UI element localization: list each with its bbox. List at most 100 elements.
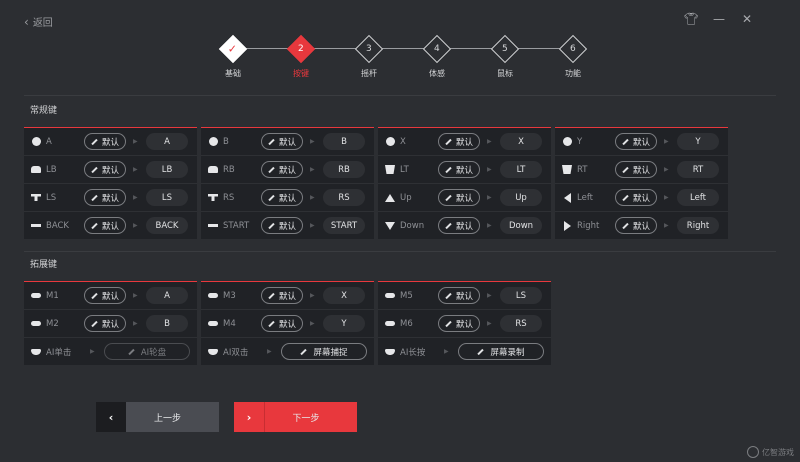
step-6[interactable]: 6 功能 [558,34,588,79]
mapped-key-value[interactable]: RS [500,315,542,332]
default-button[interactable]: 默认 [438,133,480,150]
default-button[interactable]: 默认 [261,189,303,206]
key-row: A 默认 ▶ A [24,128,197,156]
key-row: AI双击 ▶ 屏幕捕捉 [201,338,374,365]
mapped-key-value[interactable]: Left [677,189,719,206]
default-button[interactable]: 默认 [615,217,657,234]
key-panel: A 默认 ▶ A LB 默认 ▶ LB LS 默认 ▶ LS BACK 默认 ▶ BACK [24,127,197,239]
step-5[interactable]: 5 鼠标 [490,34,520,79]
next-step-button[interactable]: › 下一步 [234,402,357,432]
dpad-down-icon-shape [385,221,395,230]
macro-icon [208,320,218,328]
ai-icon [31,348,41,356]
prev-step-label: 上一步 [153,413,181,424]
mapped-key-value[interactable]: START [323,217,365,234]
pencil-icon [445,292,452,299]
mapped-key-value[interactable]: A [146,133,188,150]
default-button[interactable]: 默认 [438,287,480,304]
step-indicator: ✓ 基础 2 按键 3 摇杆 4 体感 5 鼠标 6 功能 [218,34,590,86]
mapped-key-value[interactable]: RB [323,161,365,178]
default-button[interactable]: 默认 [261,161,303,178]
default-label: 默认 [101,193,119,204]
mapped-key-value[interactable]: B [146,315,188,332]
dash-icon-shape [208,224,218,227]
dpad-down-icon [385,221,395,230]
mapped-key-value[interactable]: LT [500,161,542,178]
assign-function-button[interactable]: 屏幕捕捉 [281,343,367,360]
pencil-icon [268,138,275,145]
arrow-icon: ▶ [133,320,138,327]
dpad-up-icon [385,193,395,202]
default-button[interactable]: 默认 [84,161,126,178]
step-1[interactable]: ✓ 基础 [218,34,248,79]
arrow-icon: ▶ [133,222,138,229]
default-label: 默认 [632,137,650,148]
default-button[interactable]: 默认 [84,287,126,304]
mapped-key-value[interactable]: Right [677,217,719,234]
default-label: 默认 [278,291,296,302]
mapped-key-value[interactable]: RT [677,161,719,178]
mapped-key-value[interactable]: Y [323,315,365,332]
step-3[interactable]: 3 摇杆 [354,34,384,79]
dpad-up-icon-shape [385,193,395,202]
key-name: M1 [46,290,59,301]
default-label: 默认 [101,137,119,148]
default-button[interactable]: 默认 [261,315,303,332]
mapped-key-value[interactable]: LB [146,161,188,178]
shirt-icon[interactable]: 👕︎ [683,12,698,26]
minimize-icon[interactable]: — [712,12,726,26]
step-label: 按键 [293,69,309,78]
mapped-key-value[interactable]: Down [500,217,542,234]
key-row: RB 默认 ▶ RB [201,156,374,184]
trigger-icon-shape [385,165,395,174]
assign-function-button[interactable]: 屏幕录制 [458,343,544,360]
key-panel: Y 默认 ▶ Y RT 默认 ▶ RT Left 默认 ▶ Left Right 默认 ▶ Right [555,127,728,239]
divider [24,251,776,252]
step-4[interactable]: 4 体感 [422,34,452,79]
default-button[interactable]: 默认 [615,161,657,178]
pencil-icon [91,292,98,299]
circle-icon [31,137,41,146]
default-button[interactable]: 默认 [438,189,480,206]
default-button[interactable]: 默认 [438,161,480,178]
mapped-key-value[interactable]: RS [323,189,365,206]
mapped-key-value[interactable]: BACK [146,217,188,234]
default-button[interactable]: 默认 [261,287,303,304]
default-label: 默认 [455,319,473,330]
assign-function-button[interactable]: AI轮盘 [104,343,190,360]
default-label: 默认 [101,291,119,302]
default-button[interactable]: 默认 [84,189,126,206]
default-button[interactable]: 默认 [261,133,303,150]
mapped-key-value[interactable]: LS [146,189,188,206]
default-button[interactable]: 默认 [84,217,126,234]
step-label: 鼠标 [497,69,513,78]
default-button[interactable]: 默认 [261,217,303,234]
default-button[interactable]: 默认 [438,315,480,332]
mapped-key-value[interactable]: LS [500,287,542,304]
default-label: 默认 [101,221,119,232]
mapped-key-value[interactable]: B [323,133,365,150]
step-2[interactable]: 2 按键 [286,34,316,79]
pencil-icon [268,222,275,229]
default-label: 默认 [278,165,296,176]
close-icon[interactable]: ✕ [740,12,754,26]
default-button[interactable]: 默认 [615,189,657,206]
mapped-key-value[interactable]: A [146,287,188,304]
back-button[interactable]: ‹ 返回 [24,14,53,30]
default-label: 默认 [278,221,296,232]
key-name: M6 [400,318,413,329]
step-connector [313,48,357,49]
default-button[interactable]: 默认 [84,315,126,332]
key-row: Up 默认 ▶ Up [378,184,551,212]
watermark-text: 亿智游戏 [762,447,794,457]
default-button[interactable]: 默认 [438,217,480,234]
arrow-icon: ▶ [664,166,669,173]
mapped-key-value[interactable]: X [500,133,542,150]
default-button[interactable]: 默认 [615,133,657,150]
arrow-icon: ▶ [487,194,492,201]
mapped-key-value[interactable]: Up [500,189,542,206]
mapped-key-value[interactable]: Y [677,133,719,150]
default-button[interactable]: 默认 [84,133,126,150]
prev-step-button[interactable]: ‹ 上一步 [96,402,219,432]
mapped-key-value[interactable]: X [323,287,365,304]
